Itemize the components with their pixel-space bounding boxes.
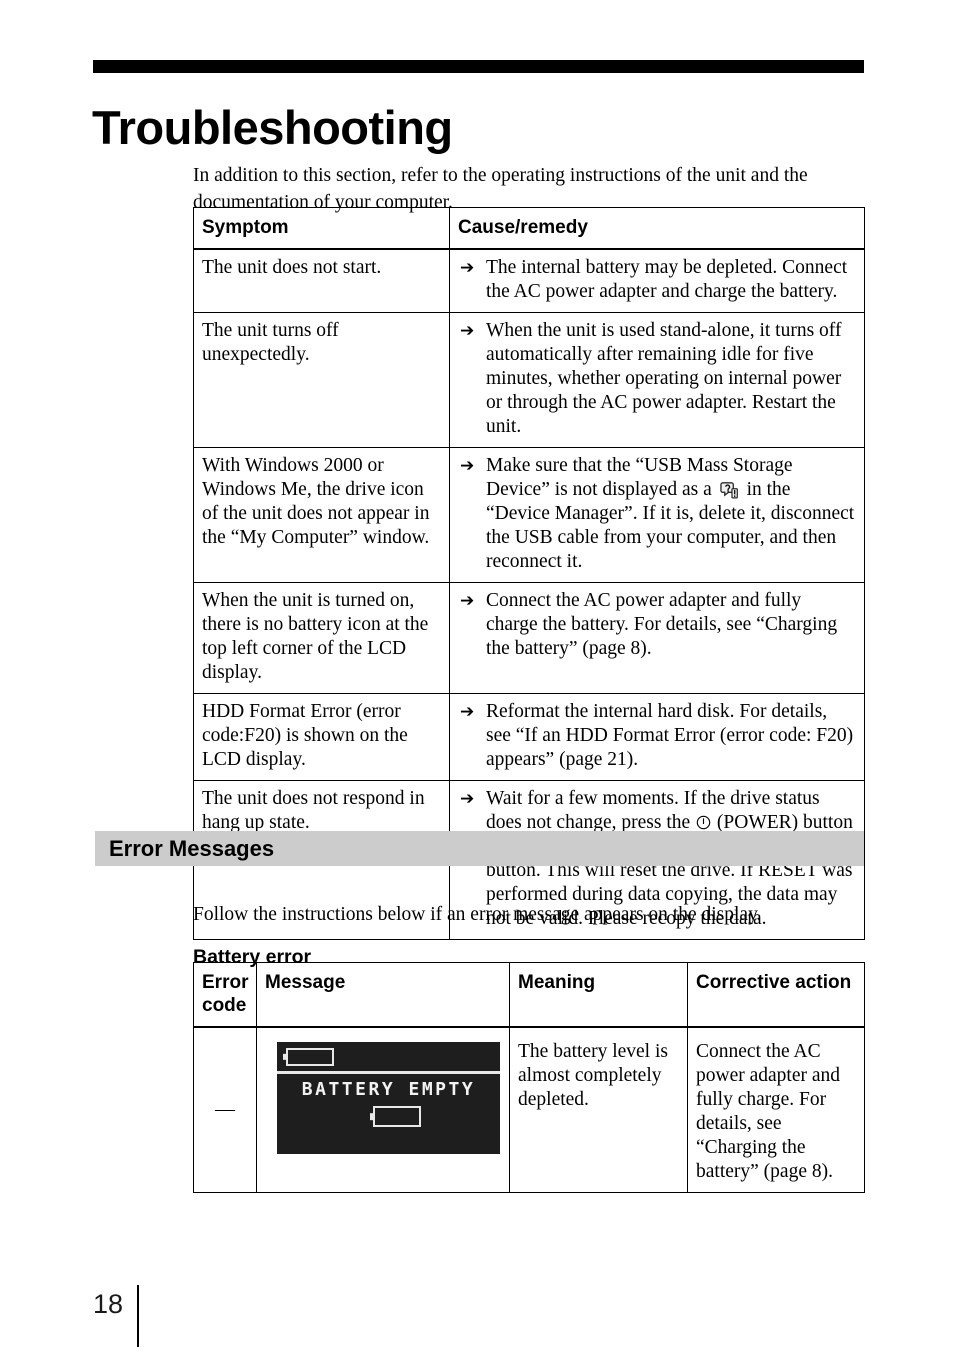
arrow-right-icon: ➔ (460, 702, 475, 722)
lcd-message-text: BATTERY EMPTY (301, 1079, 476, 1100)
table-row: The unit does not start. ➔ The internal … (193, 248, 865, 313)
symptom-cell: With Windows 2000 or Windows Me, the dri… (193, 447, 450, 583)
cause-cell: ➔ Connect the AC power adapter and fully… (449, 582, 865, 694)
title-top-rule (93, 60, 864, 73)
cause-text: Connect the AC power adapter and fully c… (486, 590, 838, 659)
lcd-display-mock: BATTERY EMPTY (277, 1042, 500, 1154)
symptom-cell: The unit does not start. (193, 248, 450, 313)
cause-cell: ➔ The internal battery may be depleted. … (449, 248, 865, 313)
section-heading-error-messages: Error Messages (95, 831, 864, 866)
arrow-right-icon: ➔ (460, 321, 475, 341)
arrow-right-icon: ➔ (460, 591, 475, 611)
arrow-right-icon: ➔ (460, 456, 475, 476)
symptom-cell: The unit turns off unexpectedly. (193, 312, 450, 448)
error-messages-intro: Follow the instructions below if an erro… (193, 903, 762, 925)
column-header-corrective-action: Corrective action (687, 962, 865, 1028)
symptom-cell: When the unit is turned on, there is no … (193, 582, 450, 694)
section-heading-label: Error Messages (109, 836, 275, 861)
column-header-error-code: Error code (193, 962, 257, 1028)
table-row: With Windows 2000 or Windows Me, the dri… (193, 447, 865, 583)
cause-text: When the unit is used stand-alone, it tu… (486, 320, 842, 437)
column-header-meaning: Meaning (509, 962, 688, 1028)
arrow-right-icon: ➔ (460, 789, 475, 809)
table-row: The unit turns off unexpectedly. ➔ When … (193, 312, 865, 448)
error-code-cell: — (193, 1026, 257, 1193)
table-header-row: Error code Message Meaning Corrective ac… (193, 962, 865, 1028)
cause-text: Reformat the internal hard disk. For det… (486, 701, 854, 770)
cause-cell: ➔ When the unit is used stand-alone, it … (449, 312, 865, 448)
lcd-status-divider (277, 1071, 500, 1074)
corrective-action-cell: Connect the AC power adapter and fully c… (687, 1026, 865, 1193)
battery-icon-empty (373, 1106, 421, 1127)
column-header-symptom: Symptom (193, 207, 450, 250)
table-row: HDD Format Error (error code:F20) is sho… (193, 693, 865, 781)
battery-icon-status-bar (286, 1048, 334, 1066)
cause-text: The internal battery may be depleted. Co… (486, 257, 848, 302)
table-header-row: Symptom Cause/remedy (193, 207, 865, 250)
page-number: 18 (93, 1289, 124, 1319)
cause-cell: ➔ Reformat the internal hard disk. For d… (449, 693, 865, 781)
message-cell: BATTERY EMPTY (256, 1026, 510, 1193)
symptom-cell: HDD Format Error (error code:F20) is sho… (193, 693, 450, 781)
arrow-right-icon: ➔ (460, 258, 475, 278)
cause-cell: ➔ Make sure that the “USB Mass Storage D… (449, 447, 865, 583)
power-symbol-icon (696, 813, 711, 830)
page-title: Troubleshooting (92, 101, 453, 155)
unknown-device-icon (719, 480, 739, 499)
table-row: — BATTERY EMPTY The battery level is alm… (193, 1026, 865, 1193)
footer-vertical-rule (137, 1285, 139, 1347)
battery-error-table: Error code Message Meaning Corrective ac… (193, 962, 865, 1193)
meaning-cell: The battery level is almost completely d… (509, 1026, 688, 1193)
table-row: When the unit is turned on, there is no … (193, 582, 865, 694)
column-header-cause: Cause/remedy (449, 207, 865, 250)
column-header-message: Message (256, 962, 510, 1028)
